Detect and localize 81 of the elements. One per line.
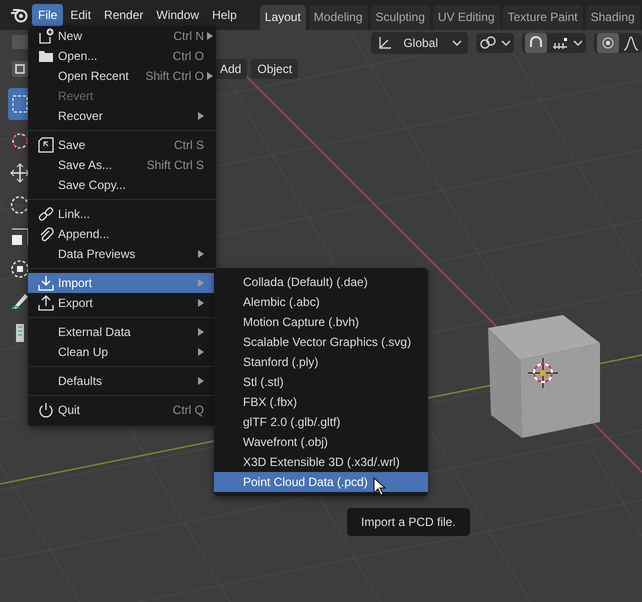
menu-item[interactable]: Quit Ctrl Q — [28, 400, 216, 420]
menubar-item[interactable]: Window — [150, 4, 206, 26]
menubar-item[interactable]: File — [32, 4, 64, 26]
submenu-arrow-icon — [198, 328, 204, 336]
menu-item[interactable]: External Data — [28, 322, 216, 342]
menubar-item[interactable]: Edit — [64, 4, 98, 26]
move-icon[interactable] — [9, 162, 31, 184]
menubar-item[interactable]: Help — [206, 4, 243, 26]
menu-item[interactable]: Alembic (.abc) — [214, 292, 428, 312]
menubar-item[interactable]: Render — [98, 4, 150, 26]
menu-item[interactable]: Motion Capture (.bvh) — [214, 312, 428, 332]
chain-link-icon — [38, 206, 54, 222]
menu-item[interactable]: Open Recent Shift Ctrl O — [28, 66, 216, 86]
submenu-arrow-icon — [198, 377, 204, 385]
transform-icon[interactable] — [9, 258, 31, 280]
shortcut-text: Ctrl N — [172, 29, 204, 43]
link-icon — [479, 35, 497, 51]
paperclip-icon — [38, 226, 54, 242]
snap-grid-icon[interactable] — [551, 35, 569, 51]
menu-item[interactable]: Link... — [28, 204, 216, 224]
tooltip: Import a PCD file. — [347, 508, 470, 536]
menu-item[interactable]: Save Ctrl S — [28, 135, 216, 155]
shortcut-text: Ctrl S — [173, 138, 204, 152]
menu-item[interactable]: Save Copy... — [28, 175, 216, 195]
menu-item[interactable]: Export — [28, 293, 216, 313]
menu-item[interactable]: Scalable Vector Graphics (.svg) — [214, 332, 428, 352]
shortcut-text: Shift Ctrl S — [146, 158, 204, 172]
menu-item[interactable]: Import — [28, 273, 216, 293]
shortcut-text: Ctrl Q — [172, 403, 204, 417]
crosshair-icon — [528, 358, 558, 388]
menu-item[interactable]: Save As... Shift Ctrl S — [28, 155, 216, 175]
workspace-tab[interactable]: UV Editing — [432, 5, 500, 30]
menu-item[interactable]: Point Cloud Data (.pcd) — [214, 472, 428, 492]
viewport-menu-item[interactable]: Object — [251, 59, 298, 79]
submenu-arrow-icon — [207, 72, 213, 80]
folder-icon — [38, 49, 54, 63]
workspace-tab[interactable]: Sculpting — [370, 5, 430, 30]
power-icon — [38, 402, 54, 418]
submenu-arrow-icon — [198, 348, 204, 356]
shortcut-text: Shift Ctrl O — [144, 69, 204, 83]
save-icon — [38, 137, 54, 153]
menu-item[interactable]: Clean Up — [28, 342, 216, 362]
chevron-icon — [452, 39, 462, 47]
submenu-arrow-icon — [198, 112, 204, 120]
menu-item[interactable]: FBX (.fbx) — [214, 392, 428, 412]
shortcut-text: Ctrl O — [172, 49, 204, 63]
submenu-arrow-icon — [198, 299, 204, 307]
submenu-arrow-icon — [198, 250, 204, 258]
app-logo-icon[interactable] — [10, 7, 28, 23]
scale-icon[interactable] — [9, 226, 31, 248]
menu-item[interactable]: Stl (.stl) — [214, 372, 428, 392]
submenu-arrow-icon — [207, 32, 213, 40]
mode-icon[interactable] — [10, 32, 30, 50]
chevron-icon — [573, 39, 583, 47]
proportional-icon[interactable] — [597, 33, 619, 53]
pivot-dropdown[interactable] — [476, 33, 514, 53]
orientation-dropdown[interactable]: Global — [371, 32, 468, 54]
workspace-tab[interactable]: Layout — [260, 5, 306, 30]
view-frame-icon[interactable] — [10, 59, 30, 79]
chevron-icon — [501, 39, 511, 47]
workspace-tab[interactable]: Shading — [586, 5, 640, 30]
download-icon — [38, 275, 54, 291]
falloff-curve-icon[interactable] — [623, 35, 639, 51]
menu-item[interactable]: Wavefront (.obj) — [214, 432, 428, 452]
axes-icon — [377, 35, 394, 51]
menu-item[interactable]: Recover — [28, 106, 216, 126]
menu-item[interactable]: Open... Ctrl O — [28, 46, 216, 66]
menu-item[interactable]: New Ctrl N — [28, 26, 216, 46]
menu-item[interactable]: Append... — [28, 224, 216, 244]
workspace-tab[interactable]: Modeling — [308, 5, 368, 30]
menu-item[interactable]: Stanford (.ply) — [214, 352, 428, 372]
upload-icon — [38, 295, 54, 311]
viewport-menu-item[interactable]: Add — [214, 59, 248, 79]
menu-item[interactable]: Defaults — [28, 371, 216, 391]
menu-item[interactable]: Data Previews — [28, 244, 216, 264]
menu-item[interactable]: X3D Extensible 3D (.x3d/.wrl) — [214, 452, 428, 472]
menu-item[interactable]: glTF 2.0 (.glb/.gltf) — [214, 412, 428, 432]
magnet-icon[interactable] — [525, 33, 547, 53]
submenu-arrow-icon — [198, 279, 204, 287]
menu-item[interactable]: Collada (Default) (.dae) — [214, 272, 428, 292]
workspace-tab[interactable]: Texture Paint — [502, 5, 583, 30]
